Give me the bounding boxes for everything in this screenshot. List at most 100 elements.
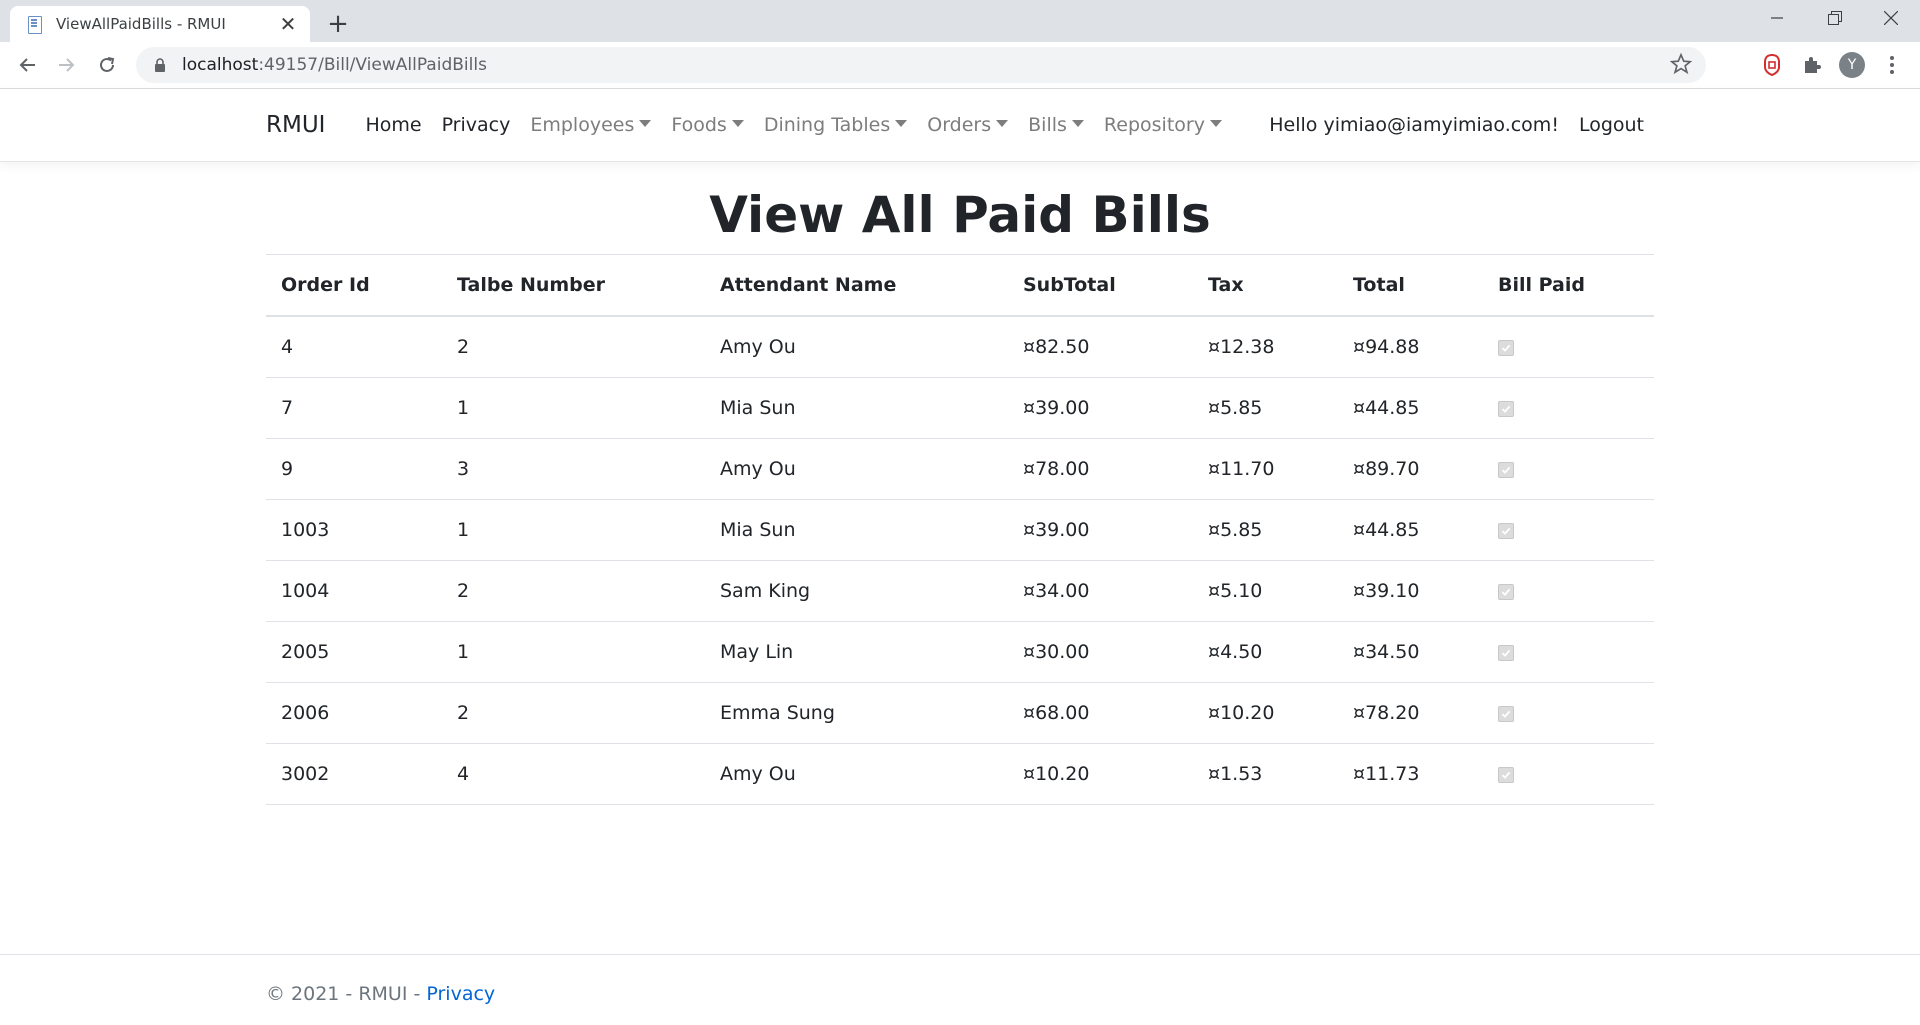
cell-attendant-name: Amy Ou	[705, 438, 1008, 500]
logout-button[interactable]: Logout	[1569, 114, 1654, 136]
bill-paid-checkbox	[1498, 645, 1514, 661]
column-header-order-id: Order Id	[266, 254, 442, 317]
table-row: 1003 1 Mia Sun ¤39.00 ¤5.85 ¤44.85	[266, 499, 1654, 561]
caret-down-icon	[895, 120, 908, 127]
cell-tax: ¤5.10	[1193, 560, 1338, 622]
column-header-attendant-name: Attendant Name	[705, 254, 1008, 317]
nav-privacy[interactable]: Privacy	[432, 114, 521, 136]
footer-privacy-link[interactable]: Privacy	[426, 983, 495, 1005]
cell-table-number: 2	[442, 682, 705, 744]
nav-repository-dropdown[interactable]: Repository	[1094, 114, 1232, 136]
cell-tax: ¤4.50	[1193, 621, 1338, 683]
cell-subtotal: ¤82.50	[1008, 316, 1193, 378]
reload-icon[interactable]	[91, 49, 123, 81]
cell-attendant-name: Amy Ou	[705, 316, 1008, 378]
nav-home[interactable]: Home	[355, 114, 431, 136]
cell-total: ¤39.10	[1338, 560, 1483, 622]
bill-paid-checkbox	[1498, 401, 1514, 417]
table-row: 4 2 Amy Ou ¤82.50 ¤12.38 ¤94.88	[266, 316, 1654, 378]
minimize-icon[interactable]	[1748, 0, 1806, 36]
extension-shield-icon[interactable]	[1758, 51, 1786, 79]
caret-down-icon	[1071, 120, 1084, 127]
bookmark-star-icon[interactable]	[1669, 52, 1693, 79]
profile-avatar[interactable]: Y	[1838, 51, 1866, 79]
nav-employees-label: Employees	[530, 114, 635, 136]
nav-foods-dropdown[interactable]: Foods	[661, 114, 753, 136]
cell-attendant-name: Emma Sung	[705, 682, 1008, 744]
cell-bill-paid	[1483, 377, 1654, 439]
caret-down-icon	[1209, 120, 1222, 127]
cell-subtotal: ¤39.00	[1008, 377, 1193, 439]
cell-total: ¤44.85	[1338, 499, 1483, 561]
extensions-puzzle-icon[interactable]	[1798, 51, 1826, 79]
caret-down-icon	[996, 120, 1009, 127]
browser-toolbar: localhost:49157/Bill/ViewAllPaidBills Y	[0, 42, 1920, 89]
nav-employees-dropdown[interactable]: Employees	[520, 114, 661, 136]
nav-orders-dropdown[interactable]: Orders	[917, 114, 1018, 136]
user-greeting-link[interactable]: Hello yimiao@iamyimiao.com!	[1259, 114, 1569, 136]
cell-tax: ¤11.70	[1193, 438, 1338, 500]
footer-copyright: © 2021 - RMUI -	[266, 983, 427, 1005]
nav-orders-label: Orders	[927, 114, 992, 136]
table-row: 2006 2 Emma Sung ¤68.00 ¤10.20 ¤78.20	[266, 682, 1654, 744]
brand-link[interactable]: RMUI	[266, 112, 325, 138]
bill-paid-checkbox	[1498, 340, 1514, 356]
bill-paid-checkbox	[1498, 462, 1514, 478]
more-menu-icon[interactable]	[1878, 51, 1906, 79]
nav-foods-label: Foods	[671, 114, 727, 136]
cell-order-id: 2005	[266, 621, 442, 683]
cell-subtotal: ¤30.00	[1008, 621, 1193, 683]
browser-tab-strip: ViewAllPaidBills - RMUI ✕ +	[0, 0, 1920, 42]
footer: © 2021 - RMUI - Privacy	[0, 954, 1920, 1025]
cell-subtotal: ¤39.00	[1008, 499, 1193, 561]
url-host: localhost	[182, 55, 259, 75]
forward-arrow-icon[interactable]	[51, 49, 83, 81]
close-tab-icon[interactable]: ✕	[276, 12, 300, 36]
table-row: 3002 4 Amy Ou ¤10.20 ¤1.53 ¤11.73	[266, 743, 1654, 805]
restore-icon[interactable]	[1806, 0, 1864, 36]
back-arrow-icon[interactable]	[11, 49, 43, 81]
cell-bill-paid	[1483, 438, 1654, 500]
column-header-tax: Tax	[1193, 254, 1338, 317]
cell-table-number: 2	[442, 316, 705, 378]
url-text[interactable]: localhost:49157/Bill/ViewAllPaidBills	[182, 55, 487, 75]
url-path: :49157/Bill/ViewAllPaidBills	[258, 55, 487, 75]
cell-table-number: 2	[442, 560, 705, 622]
cell-total: ¤78.20	[1338, 682, 1483, 744]
nav-dining-tables-dropdown[interactable]: Dining Tables	[754, 114, 917, 136]
cell-tax: ¤5.85	[1193, 499, 1338, 561]
cell-tax: ¤12.38	[1193, 316, 1338, 378]
column-header-bill-paid: Bill Paid	[1483, 254, 1654, 317]
page-favicon-icon	[26, 15, 44, 34]
lock-icon[interactable]	[152, 57, 168, 73]
cell-subtotal: ¤34.00	[1008, 560, 1193, 622]
site-navbar: RMUI Home Privacy Employees Foods Dining…	[0, 89, 1920, 162]
cell-total: ¤34.50	[1338, 621, 1483, 683]
address-bar[interactable]: localhost:49157/Bill/ViewAllPaidBills	[136, 47, 1706, 83]
browser-tab[interactable]: ViewAllPaidBills - RMUI ✕	[10, 6, 310, 42]
cell-attendant-name: Sam King	[705, 560, 1008, 622]
new-tab-icon[interactable]: +	[322, 8, 354, 40]
avatar-letter: Y	[1839, 52, 1865, 78]
cell-subtotal: ¤10.20	[1008, 743, 1193, 805]
cell-table-number: 1	[442, 377, 705, 439]
cell-order-id: 2006	[266, 682, 442, 744]
column-header-table-number: Talbe Number	[442, 254, 705, 317]
cell-table-number: 1	[442, 499, 705, 561]
column-header-total: Total	[1338, 254, 1483, 317]
cell-attendant-name: May Lin	[705, 621, 1008, 683]
table-row: 2005 1 May Lin ¤30.00 ¤4.50 ¤34.50	[266, 621, 1654, 683]
nav-bills-dropdown[interactable]: Bills	[1018, 114, 1094, 136]
bill-paid-checkbox	[1498, 767, 1514, 783]
cell-bill-paid	[1483, 316, 1654, 378]
caret-down-icon	[639, 120, 652, 127]
close-window-icon[interactable]	[1862, 0, 1920, 36]
cell-table-number: 3	[442, 438, 705, 500]
cell-bill-paid	[1483, 499, 1654, 561]
cell-total: ¤44.85	[1338, 377, 1483, 439]
cell-bill-paid	[1483, 560, 1654, 622]
cell-table-number: 1	[442, 621, 705, 683]
bill-paid-checkbox	[1498, 584, 1514, 600]
cell-attendant-name: Amy Ou	[705, 743, 1008, 805]
cell-order-id: 4	[266, 316, 442, 378]
